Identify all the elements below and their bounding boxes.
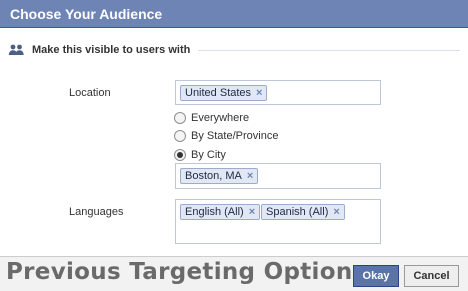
language-token: Spanish (All) × [261, 204, 345, 220]
location-token: United States × [180, 85, 268, 101]
radio-everywhere[interactable]: Everywhere [174, 111, 249, 125]
section-divider [198, 49, 460, 51]
radio-by-city[interactable]: By City [174, 148, 226, 162]
section-title: Make this visible to users with [32, 44, 191, 56]
audience-dialog: Choose Your Audience Make this visible t… [0, 0, 468, 291]
city-token-text: Boston, MA [185, 170, 242, 182]
language-token-text: Spanish (All) [266, 206, 329, 218]
language-token: English (All) × [180, 204, 261, 220]
cancel-button[interactable]: Cancel [404, 265, 459, 287]
radio-by-state-button[interactable] [174, 130, 186, 142]
languages-label: Languages [69, 206, 124, 218]
radio-by-city-button[interactable] [174, 149, 186, 161]
location-token-text: United States [185, 87, 252, 99]
previous-targeting-banner: Previous Targeting Options [6, 259, 367, 285]
language-token-remove-icon[interactable]: × [249, 205, 255, 219]
radio-by-city-label: By City [191, 149, 226, 161]
language-token-text: English (All) [185, 206, 244, 218]
okay-button[interactable]: Okay [353, 265, 399, 287]
language-token-remove-icon[interactable]: × [333, 205, 339, 219]
location-label: Location [69, 87, 111, 99]
dialog-footer: Previous Targeting Options Okay Cancel [0, 256, 468, 291]
city-token-remove-icon[interactable]: × [247, 169, 253, 183]
users-icon [8, 44, 26, 56]
radio-by-state-label: By State/Province [191, 130, 279, 142]
location-token-remove-icon[interactable]: × [256, 86, 262, 100]
location-input[interactable]: United States × [175, 80, 381, 105]
dialog-title: Choose Your Audience [0, 0, 468, 28]
section-header: Make this visible to users with [8, 42, 460, 58]
city-input[interactable]: Boston, MA × [175, 163, 381, 189]
languages-input[interactable]: English (All) × Spanish (All) × [175, 199, 381, 244]
radio-everywhere-button[interactable] [174, 112, 186, 124]
city-token: Boston, MA × [180, 168, 259, 184]
radio-by-state[interactable]: By State/Province [174, 129, 278, 143]
radio-everywhere-label: Everywhere [191, 112, 250, 124]
